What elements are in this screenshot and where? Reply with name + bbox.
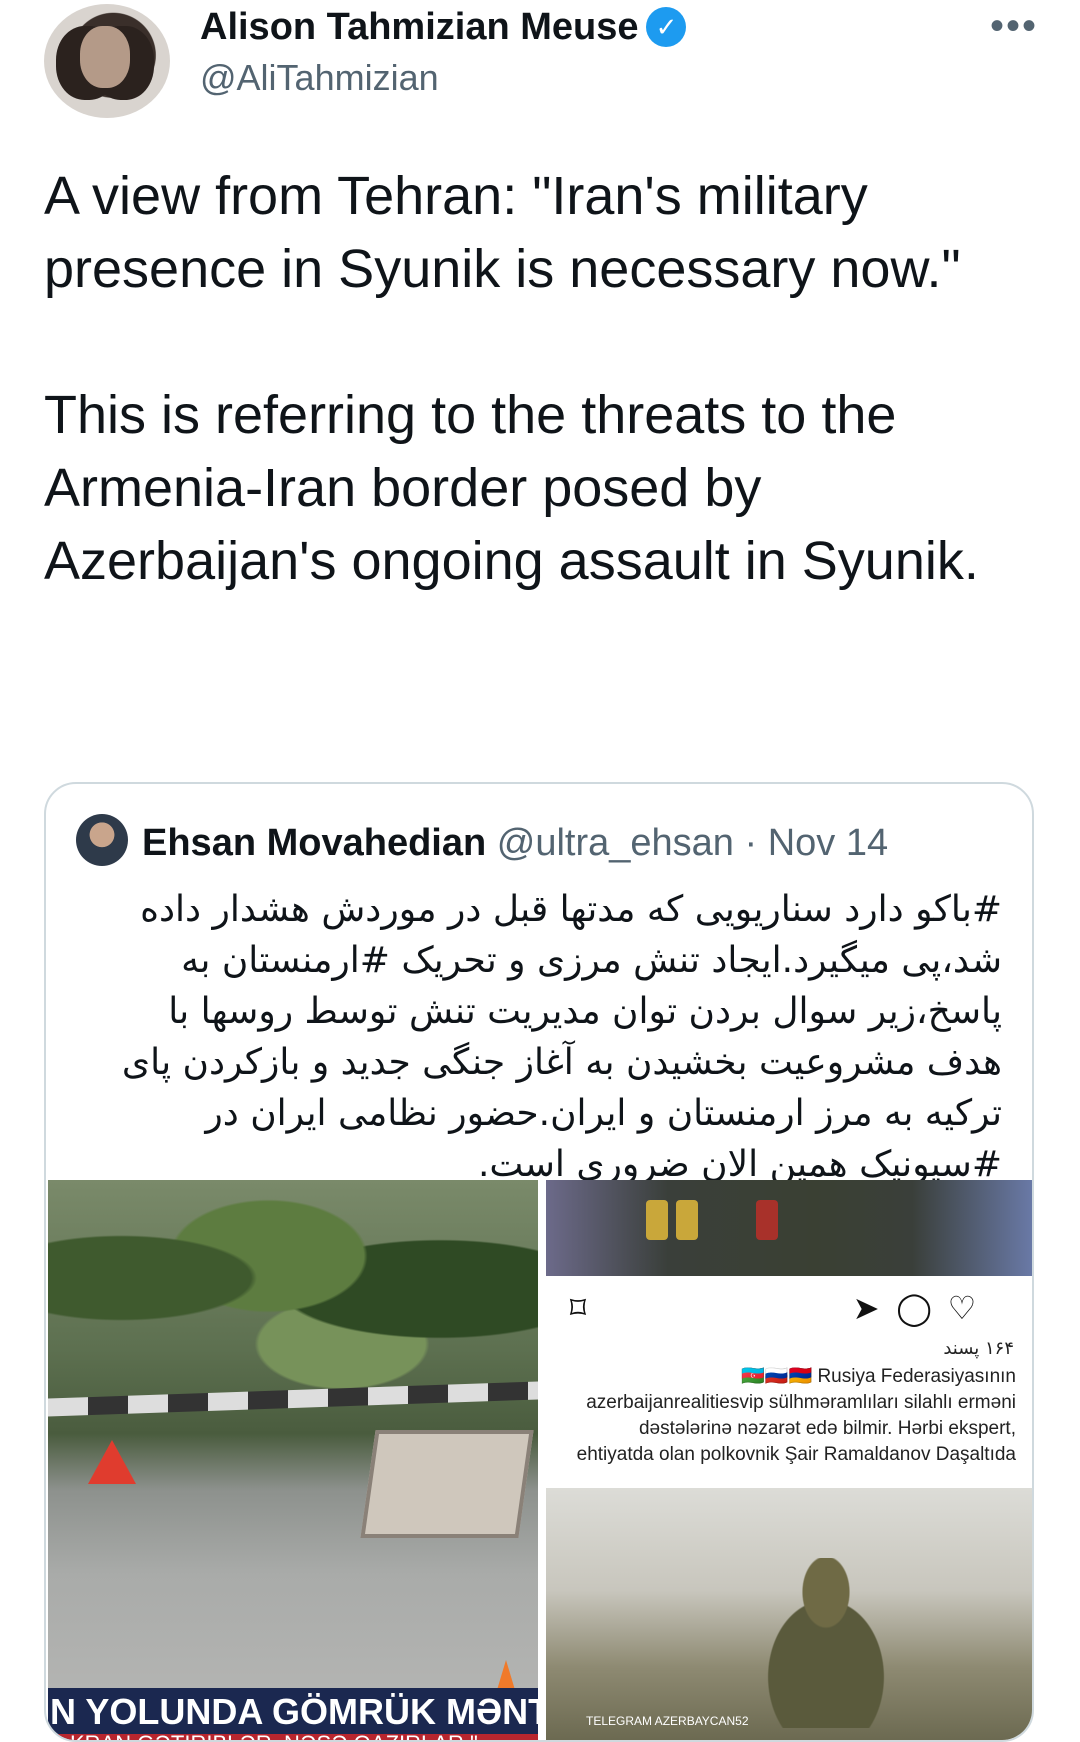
- quoted-tweet-card[interactable]: Ehsan Movahedian @ultra_ehsan · Nov 14 #…: [44, 782, 1034, 1742]
- barrier-graphic: [360, 1430, 534, 1538]
- trees-graphic: [48, 1190, 538, 1410]
- author-name-row[interactable]: Alison Tahmizian Meuse ✓: [200, 4, 687, 50]
- quoted-author-meta: @ultra_ehsan · Nov 14: [496, 822, 889, 864]
- medal-graphic: [676, 1200, 698, 1240]
- heart-icon: ♡: [947, 1290, 977, 1326]
- media-image-border-checkpoint[interactable]: N YOLUNDA GÖMRÜK MƏNTƏQƏ R KRAN GƏTİRİBL…: [48, 1180, 538, 1740]
- quoted-tweet-text: #باکو دارد سناریویی که مدتها قبل در مورد…: [121, 889, 1002, 1185]
- author-handle[interactable]: @AliTahmizian: [200, 56, 439, 100]
- quoted-author-name: Ehsan Movahedian: [142, 822, 487, 864]
- news-caption-line-2: R KRAN GƏTİRİBLƏR. NƏSƏ OAZIRLAR ": [48, 1734, 538, 1740]
- author-avatar[interactable]: [44, 4, 170, 118]
- medal-graphic: [756, 1200, 778, 1240]
- comment-icon: ◯: [896, 1290, 932, 1326]
- more-options-icon[interactable]: •••: [990, 6, 1038, 46]
- quoted-tweet-header: Ehsan Movahedian @ultra_ehsan · Nov 14: [142, 820, 888, 866]
- instagram-likes-count: ۱۶۴ پسند: [943, 1338, 1014, 1359]
- tweet-text: A view from Tehran: "Iran's military pre…: [44, 166, 979, 591]
- media-image-instagram-post[interactable]: ⌑ ➤ ◯ ♡ ۱۶۴ پسند 🇦🇿🇷🇺🇦🇲 Rusiya Federasiy…: [546, 1276, 1032, 1488]
- verified-badge-icon: ✓: [646, 7, 687, 47]
- medal-graphic: [646, 1200, 668, 1240]
- send-icon: ➤: [852, 1290, 880, 1326]
- media-image-soldier[interactable]: TELEGRAM AZERBAYCAN52: [546, 1488, 1032, 1740]
- quoted-author-avatar[interactable]: [76, 814, 128, 866]
- instagram-action-bar: ⌑ ➤ ◯ ♡: [546, 1276, 1032, 1338]
- soldier-graphic: [736, 1558, 916, 1728]
- warning-triangle-icon: [88, 1440, 136, 1484]
- bookmark-icon: ⌑: [569, 1290, 587, 1326]
- instagram-caption: 🇦🇿🇷🇺🇦🇲 Rusiya Federasiyasının azerbaijan…: [576, 1366, 1016, 1464]
- author-name[interactable]: Alison Tahmizian Meuse: [200, 4, 638, 50]
- media-image-uniform[interactable]: [546, 1180, 1032, 1276]
- telegram-watermark: TELEGRAM AZERBAYCAN52: [586, 1714, 749, 1728]
